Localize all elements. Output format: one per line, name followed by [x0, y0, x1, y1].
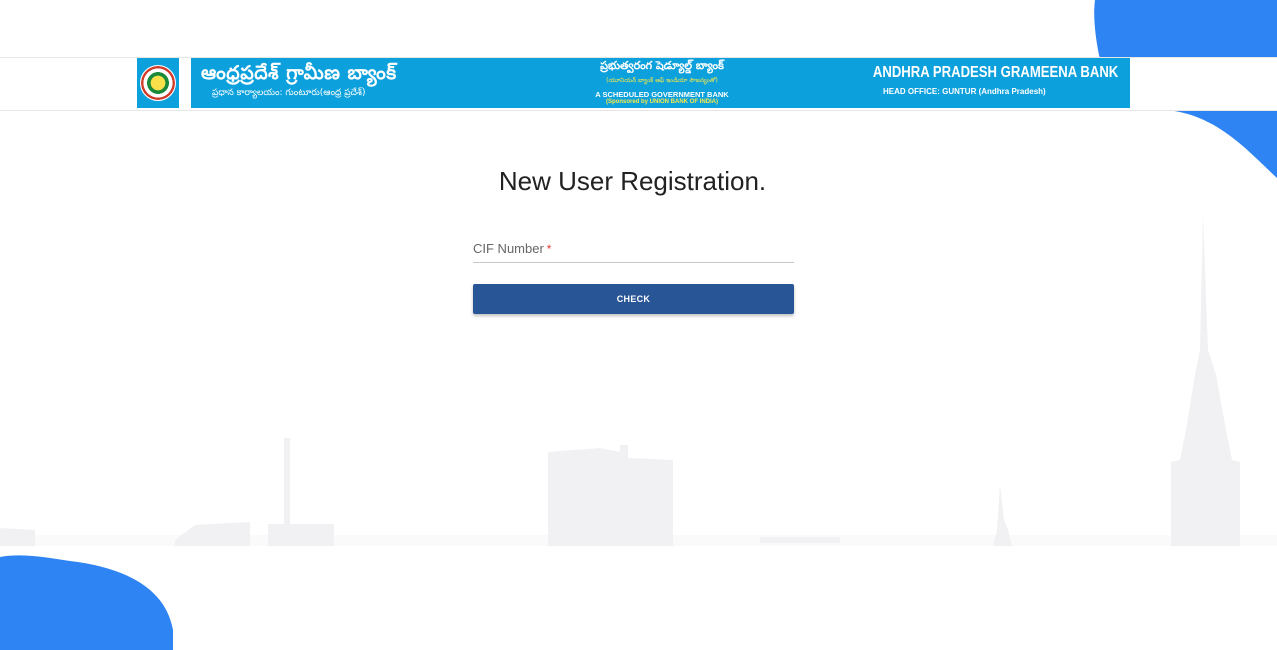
check-button[interactable]: CHECK: [473, 284, 794, 314]
banner-center-block: ప్రభుత్వరంగ షెడ్యూల్డ్ బ్యాంక్ (యూనియన్ …: [557, 59, 767, 105]
cif-number-input[interactable]: [473, 240, 798, 264]
banner-english-title: ANDHRA PRADESH GRAMEENA BANK: [872, 64, 1118, 81]
banner-center-telugu-sub: (యూనియన్ బ్యాంక్ ఆఫ్ ఇండియా సౌజన్యంతో): [606, 77, 718, 84]
banner-telugu-title: ఆంధ్రప్రదేశ్ గ్రామీణ బ్యాంక్: [201, 62, 397, 84]
bank-logo: [137, 58, 191, 108]
page-title: New User Registration.: [498, 166, 767, 196]
banner-center-telugu: ప్రభుత్వరంగ షెడ్యూల్డ్ బ్యాంక్: [600, 59, 724, 72]
banner-center-english-sub: (Sponsored by UNION BANK OF INDIA): [606, 99, 718, 105]
banner-center-english: A SCHEDULED GOVERNMENT BANK: [595, 90, 729, 99]
bank-banner: ఆంధ్రప్రదేశ్ గ్రామీణ బ్యాంక్ ప్రధాన కార్…: [137, 58, 1130, 108]
decorative-blob-bottom-left: [0, 555, 173, 650]
banner-english-subtitle: HEAD OFFICE: GUNTUR (Andhra Pradesh): [883, 87, 1046, 96]
bank-emblem-icon: [140, 65, 176, 101]
banner-telugu-subtitle: ప్రధాన కార్యాలయం: గుంటూరు(ఆంధ్ర ప్రదేశ్): [212, 88, 366, 98]
cif-number-field[interactable]: CIF Number *: [473, 240, 798, 264]
banner-right-block: ANDHRA PRADESH GRAMEENA BANK HEAD OFFICE…: [819, 64, 1118, 96]
